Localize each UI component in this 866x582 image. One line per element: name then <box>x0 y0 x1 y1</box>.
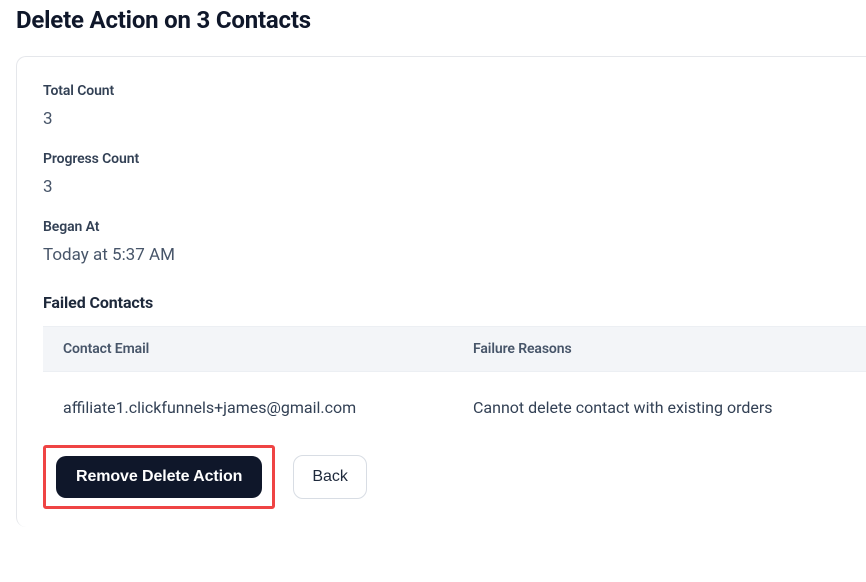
began-at-value: Today at 5:37 AM <box>43 245 866 265</box>
back-button[interactable]: Back <box>293 455 367 499</box>
failed-contacts-table: Contact Email Failure Reasons affiliate1… <box>43 326 866 439</box>
total-count-label: Total Count <box>43 83 866 99</box>
table-row: affiliate1.clickfunnels+james@gmail.com … <box>43 372 866 439</box>
cell-failure-reason: Cannot delete contact with existing orde… <box>473 398 866 417</box>
column-failure-reasons: Failure Reasons <box>473 341 866 357</box>
progress-count-field: Progress Count 3 <box>43 151 866 197</box>
column-contact-email: Contact Email <box>63 341 473 357</box>
remove-delete-action-button[interactable]: Remove Delete Action <box>56 456 262 498</box>
began-at-label: Began At <box>43 219 866 235</box>
total-count-value: 3 <box>43 109 866 129</box>
summary-card: Total Count 3 Progress Count 3 Began At … <box>16 56 866 527</box>
progress-count-label: Progress Count <box>43 151 866 167</box>
total-count-field: Total Count 3 <box>43 83 866 129</box>
actions-row: Remove Delete Action Back <box>43 445 866 509</box>
failed-contacts-heading: Failed Contacts <box>43 293 866 312</box>
cell-contact-email: affiliate1.clickfunnels+james@gmail.com <box>63 398 473 417</box>
highlight-box: Remove Delete Action <box>43 445 275 509</box>
began-at-field: Began At Today at 5:37 AM <box>43 219 866 265</box>
page-title: Delete Action on 3 Contacts <box>0 0 866 56</box>
table-header: Contact Email Failure Reasons <box>43 326 866 372</box>
progress-count-value: 3 <box>43 177 866 197</box>
